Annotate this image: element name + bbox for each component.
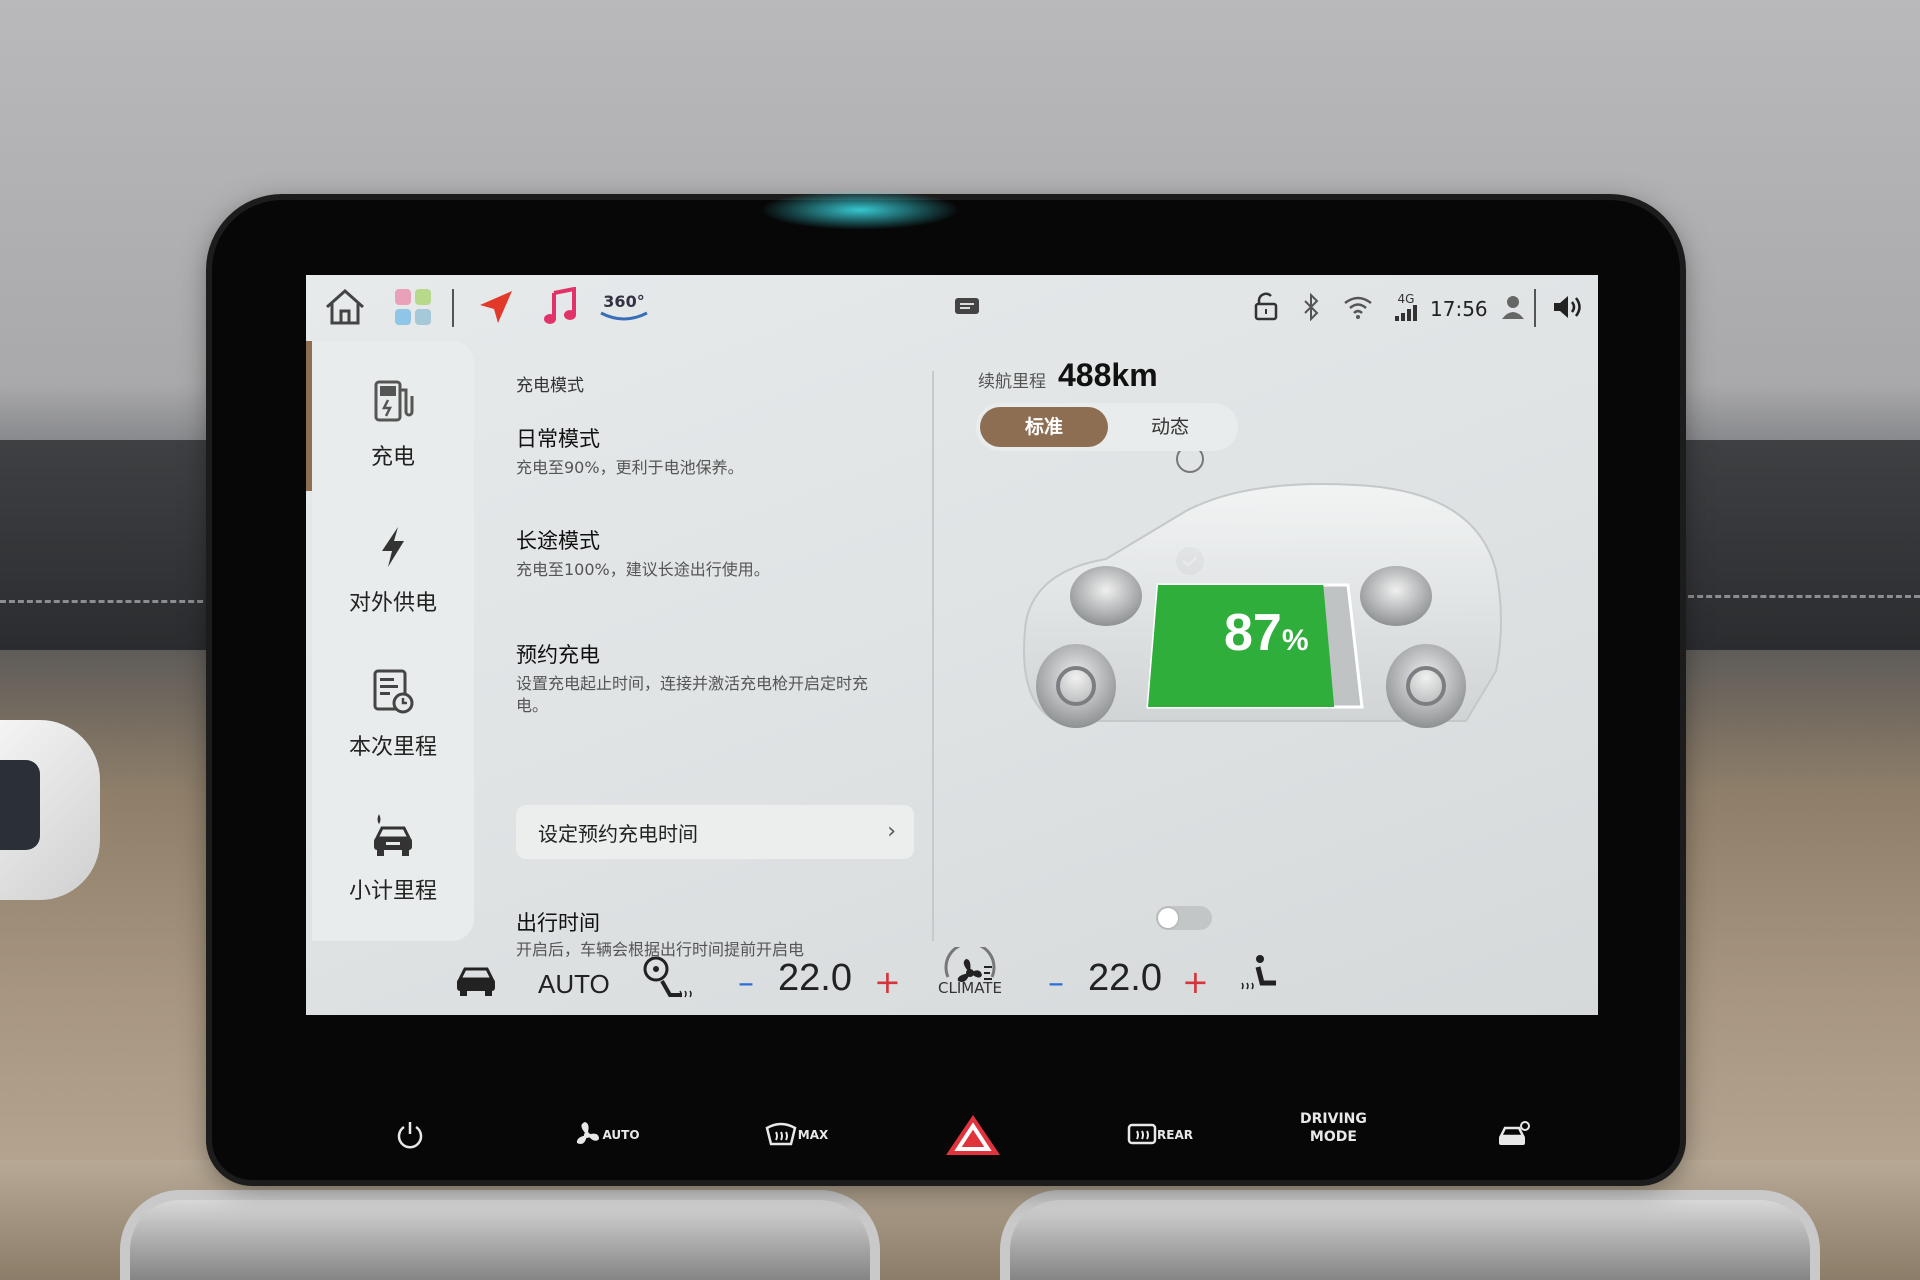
driving-mode-button[interactable]: DRIVING MODE [1300,1110,1367,1146]
signal-icon: 4G [1390,285,1422,329]
chevron-right-icon: › [887,819,896,844]
right-temp-decrease-button[interactable]: – [1048,963,1064,1001]
stitching-left [0,600,230,603]
departure-time-title: 出行时间 [516,911,600,935]
range-value: 488km [1058,357,1158,393]
sidebar-item-label: 本次里程 [348,735,437,760]
sidebar-item-label: 充电 [370,445,415,470]
left-temperature: 22.0 [778,957,852,999]
knob-indicator [0,760,40,850]
left-temp-decrease-button[interactable]: – [738,963,754,1001]
climate-label: CLIMATE [938,979,1002,997]
scheduled-charge-desc: 设置充电起止时间，连接并激活充电枪开启定时充电。 [516,674,869,715]
sidebar-item-subtotal-mileage[interactable]: 小计里程 [312,805,474,905]
passenger-seat-heat-icon[interactable] [1238,953,1284,1003]
wifi-icon [1340,285,1376,329]
network-label: 4G [1397,292,1415,306]
scheduled-charge-title: 预约充电 [516,643,600,667]
driving-mode-label-1: DRIVING [1300,1111,1367,1127]
volume-icon[interactable] [1548,285,1588,329]
front-defrost-max-button[interactable]: MAX [756,1110,836,1160]
air-vent-left [120,1190,880,1280]
rear-defrost-button[interactable]: REAR [1120,1110,1200,1160]
battery-percent-unit: % [1281,624,1309,657]
music-icon[interactable] [536,285,584,329]
apps-icon[interactable] [390,285,436,329]
air-vent-right [1000,1190,1820,1280]
panel-divider [932,371,934,941]
set-schedule-button[interactable]: 设定预约充电时间 › [516,805,914,859]
battery-percent-value: 87 [1224,604,1282,662]
infotainment-screen: 360° 4G 17:56 充电 对外供电 本次里程 小计里程 充电模式 日常模… [306,275,1598,1015]
steering-seat-heat-icon[interactable] [640,955,692,1007]
message-icon[interactable] [952,285,982,329]
long-trip-mode-title: 长途模式 [516,529,600,553]
range-label: 续航里程 [978,372,1046,392]
climate-auto-button[interactable]: AUTO [538,969,610,1000]
home-icon[interactable] [320,285,370,329]
360-camera-icon[interactable]: 360° [596,285,652,329]
hazard-button[interactable] [940,1110,1006,1160]
sidebar-item-trip-mileage[interactable]: 本次里程 [312,661,474,761]
mode-dynamic-button[interactable]: 动态 [1106,407,1234,447]
navigation-icon[interactable] [472,285,520,329]
right-temperature: 22.0 [1088,957,1162,999]
defrost-max-label: MAX [797,1128,829,1142]
stitching-right [1670,595,1920,598]
trip-report-icon [312,661,474,721]
climate-bar: AUTO – 22.0 + – 22.0 + [306,941,1598,1015]
status-divider [1534,289,1536,327]
car-fuel-icon [312,805,474,865]
status-bar: 360° 4G 17:56 [306,275,1598,339]
left-temp-increase-button[interactable]: + [874,963,901,1001]
mode-standard-button[interactable]: 标准 [980,407,1108,447]
fan-auto-label: AUTO [602,1128,640,1142]
car-settings-button[interactable] [1494,1110,1534,1160]
set-schedule-label: 设定预约充电时间 [538,821,698,846]
right-temp-increase-button[interactable]: + [1182,963,1209,1001]
fan-auto-button[interactable]: AUTO [566,1110,646,1160]
left-control-knob [0,720,100,900]
daily-mode-title: 日常模式 [516,427,600,451]
drive-mode-selector: 标准 动态 [976,403,1238,451]
daily-mode-desc: 充电至90%，更利于电池保养。 [516,458,744,477]
dashboard-trim-left [0,440,230,650]
battery-percent: 87% [1224,603,1309,663]
charging-station-icon [312,371,474,431]
status-divider [452,289,454,327]
user-icon[interactable] [1498,285,1528,329]
dashboard-trim-right [1670,440,1920,650]
clock: 17:56 [1430,297,1488,321]
departure-time-toggle[interactable] [1156,906,1212,930]
sidebar-item-label: 小计里程 [348,879,437,904]
ambient-light [760,190,960,230]
power-button[interactable] [390,1110,430,1160]
section-title: 充电模式 [516,376,584,396]
bluetooth-icon [1296,285,1326,329]
sidebar-item-label: 对外供电 [348,591,437,616]
driving-mode-label-2: MODE [1309,1129,1357,1145]
camera-label: 360° [603,291,645,311]
car-status-icon[interactable] [454,963,498,1001]
lock-icon[interactable] [1248,285,1284,329]
long-trip-mode-desc: 充电至100%，建议长途出行使用。 [516,560,770,579]
sidebar-item-charging[interactable]: 充电 [312,371,474,471]
lightning-icon [312,517,474,577]
sidebar-item-external-power[interactable]: 对外供电 [312,517,474,617]
rear-defrost-label: REAR [1157,1128,1193,1142]
